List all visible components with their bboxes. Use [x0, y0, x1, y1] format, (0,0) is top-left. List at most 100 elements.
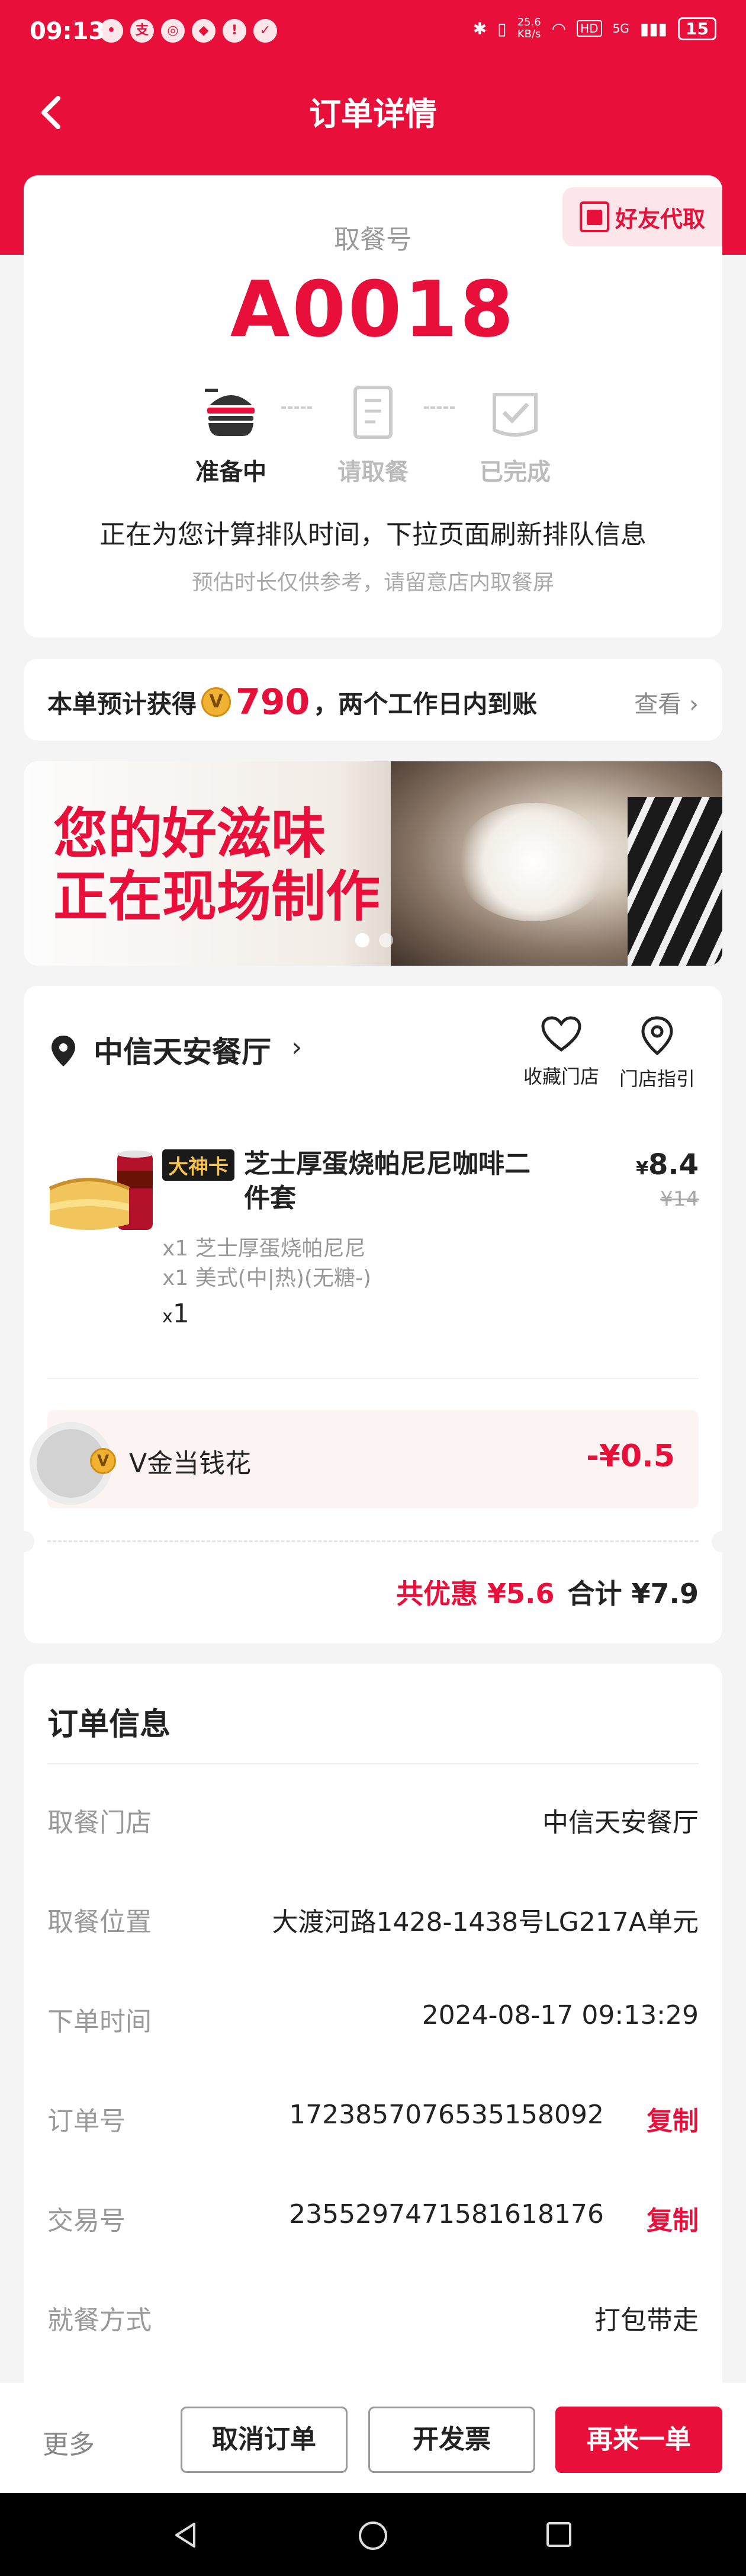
- info-value: 1723857076535158092: [289, 2100, 604, 2130]
- view-points-link[interactable]: 查看 ›: [634, 685, 699, 719]
- queue-message: 正在为您计算排队时间，下拉页面刷新排队信息: [99, 520, 647, 550]
- dashed-divider: [47, 1540, 699, 1542]
- step-connector: [424, 406, 455, 409]
- system-navigation-bar: [0, 2493, 746, 2576]
- map-pin-icon: [641, 1016, 673, 1056]
- order-totals: 共优惠 ¥5.6 合计 ¥7.9: [396, 1572, 699, 1611]
- order-progress: 准备中 请取餐 已完成: [24, 383, 722, 486]
- vgold-value: -¥0.5: [586, 1438, 675, 1474]
- banner-photo: [391, 761, 722, 966]
- membership-badge: 大神卡: [162, 1149, 234, 1181]
- net-speed-value: 25.6: [517, 16, 541, 28]
- info-value: 中信天安餐厅: [542, 1808, 699, 1838]
- step-ready: 请取餐: [314, 383, 432, 487]
- points-info: 本单预计获得 V 790 ，两个工作日内到账: [47, 681, 537, 723]
- info-row-order-time: 下单时间 2024-08-17 09:13:29: [47, 1989, 699, 2037]
- info-value: 2024-08-17 09:13:29: [422, 2000, 699, 2030]
- done-icon: [493, 393, 538, 437]
- store-guide-button[interactable]: 门店指引: [610, 1015, 705, 1091]
- net-speed-unit: KB/s: [517, 28, 541, 40]
- info-key: 取餐门店: [47, 1808, 152, 1838]
- net-speed: 25.6 KB/s: [517, 17, 541, 40]
- info-row-dining-method: 就餐方式 打包带走: [47, 2288, 699, 2335]
- bluetooth-icon: ✱: [472, 18, 487, 39]
- signal-5g: 5G: [612, 21, 629, 36]
- bottom-action-bar: 更多 取消订单 开发票 再来一单: [0, 2383, 746, 2493]
- app-icon: ◆: [192, 19, 216, 43]
- battery-icon: 15: [678, 17, 716, 40]
- price-value: 8.4: [648, 1148, 699, 1181]
- order-info-title: 订单信息: [47, 1707, 171, 1742]
- step-label: 已完成: [480, 459, 551, 486]
- signal-icon: ▮▮▮: [639, 18, 668, 39]
- total-label: 合计: [567, 1578, 622, 1610]
- info-icon: !: [223, 19, 246, 43]
- guide-label: 门店指引: [619, 1068, 695, 1090]
- vcoin-icon: V: [201, 687, 231, 717]
- step-label: 请取餐: [337, 459, 409, 486]
- nav-back-icon[interactable]: [171, 2520, 200, 2550]
- product-name: 芝士厚蛋烧帕尼尼咖啡二件套: [244, 1149, 530, 1213]
- copy-transaction-number-button[interactable]: 复制: [647, 2199, 699, 2237]
- info-key: 订单号: [47, 2106, 126, 2136]
- pickup-card: 好友代取 取餐号 A0018 准备中 请取餐 已完成 正在为您计算排队时间，下拉…: [24, 175, 722, 637]
- info-row-store: 取餐门店 中信天安餐厅: [47, 1790, 699, 1838]
- banner-line-2: 正在现场制作: [53, 865, 381, 928]
- original-price: ¥14: [660, 1187, 699, 1211]
- info-row-location: 取餐位置 大渡河路1428-1438号LG217A单元: [47, 1890, 699, 1937]
- status-bar: 09:13 • 支 ◎ ◆ ! ✓ ✱ ▯ 25.6 KB/s ◠ HD 5G ▮…: [0, 0, 746, 71]
- status-indicators: ✱ ▯ 25.6 KB/s ◠ HD 5G ▮▮▮ 15: [473, 17, 716, 40]
- info-key: 就餐方式: [47, 2305, 152, 2335]
- step-label: 准备中: [195, 459, 266, 486]
- alipay-icon: 支: [130, 19, 154, 43]
- pickup-code: A0018: [230, 264, 516, 354]
- page-title: 订单详情: [309, 95, 437, 133]
- product-quantity: x1: [162, 1299, 189, 1329]
- queue-hint: 预估时长仅供参考，请留意店内取餐屏: [191, 571, 554, 595]
- order-card: 中信天安餐厅 › 收藏门店 门店指引 大神卡 芝士厚蛋烧帕尼尼咖啡二件套 ¥8.…: [13, 986, 733, 1643]
- order-info-card: 订单信息 取餐门店 中信天安餐厅 取餐位置 大渡河路1428-1438号LG21…: [24, 1664, 722, 2434]
- divider: [47, 1378, 699, 1379]
- copy-order-number-button[interactable]: 复制: [647, 2100, 699, 2138]
- points-card: 本单预计获得 V 790 ，两个工作日内到账 查看 ›: [24, 659, 722, 741]
- points-amount: 790: [236, 681, 310, 723]
- total-amount: 合计 ¥7.9: [567, 1572, 699, 1611]
- step-connector: [281, 406, 312, 409]
- qty-value: 1: [172, 1299, 189, 1329]
- chevron-right-icon: ›: [689, 691, 699, 718]
- favorite-label: 收藏门店: [523, 1065, 599, 1088]
- invoice-button[interactable]: 开发票: [368, 2407, 535, 2473]
- info-key: 取餐位置: [47, 1907, 152, 1937]
- vgold-label: V V金当钱花: [90, 1442, 252, 1480]
- qty-prefix: x: [162, 1306, 173, 1327]
- notification-icons: • 支 ◎ ◆ ! ✓: [99, 19, 277, 43]
- hd-badge: HD: [577, 20, 602, 37]
- banner-dot: [355, 933, 369, 947]
- points-prefix: 本单预计获得: [47, 689, 197, 719]
- promo-banner[interactable]: 您的好滋味 正在现场制作: [24, 761, 722, 966]
- location-icon: [52, 1036, 75, 1066]
- divider: [47, 1763, 699, 1764]
- nav-home-icon[interactable]: [358, 2520, 388, 2551]
- points-suffix: ，两个工作日内到账: [313, 689, 538, 719]
- info-key: 交易号: [47, 2206, 126, 2236]
- vcoin-icon: V: [90, 1448, 116, 1474]
- ticket-notch: [13, 1531, 34, 1552]
- view-label: 查看: [634, 691, 682, 718]
- nav-recents-icon[interactable]: [545, 2520, 573, 2549]
- favorite-store-button[interactable]: 收藏门店: [514, 1015, 609, 1089]
- pickup-icon: [353, 386, 393, 439]
- price-currency: ¥: [636, 1158, 648, 1179]
- reorder-button[interactable]: 再来一单: [555, 2407, 722, 2473]
- info-value: 打包带走: [594, 2305, 699, 2335]
- info-key: 下单时间: [47, 2007, 152, 2037]
- vgold-text: V金当钱花: [129, 1449, 252, 1479]
- banner-text: 您的好滋味 正在现场制作: [53, 803, 380, 928]
- info-row-order-number: 订单号 1723857076535158092 复制: [47, 2089, 699, 2136]
- more-button[interactable]: 更多: [43, 2423, 95, 2461]
- chevron-right-icon[interactable]: ›: [291, 1031, 302, 1063]
- shield-icon: ✓: [253, 19, 277, 43]
- cancel-order-button[interactable]: 取消订单: [181, 2407, 348, 2473]
- step-done: 已完成: [456, 383, 574, 487]
- store-name[interactable]: 中信天安餐厅: [94, 1029, 271, 1071]
